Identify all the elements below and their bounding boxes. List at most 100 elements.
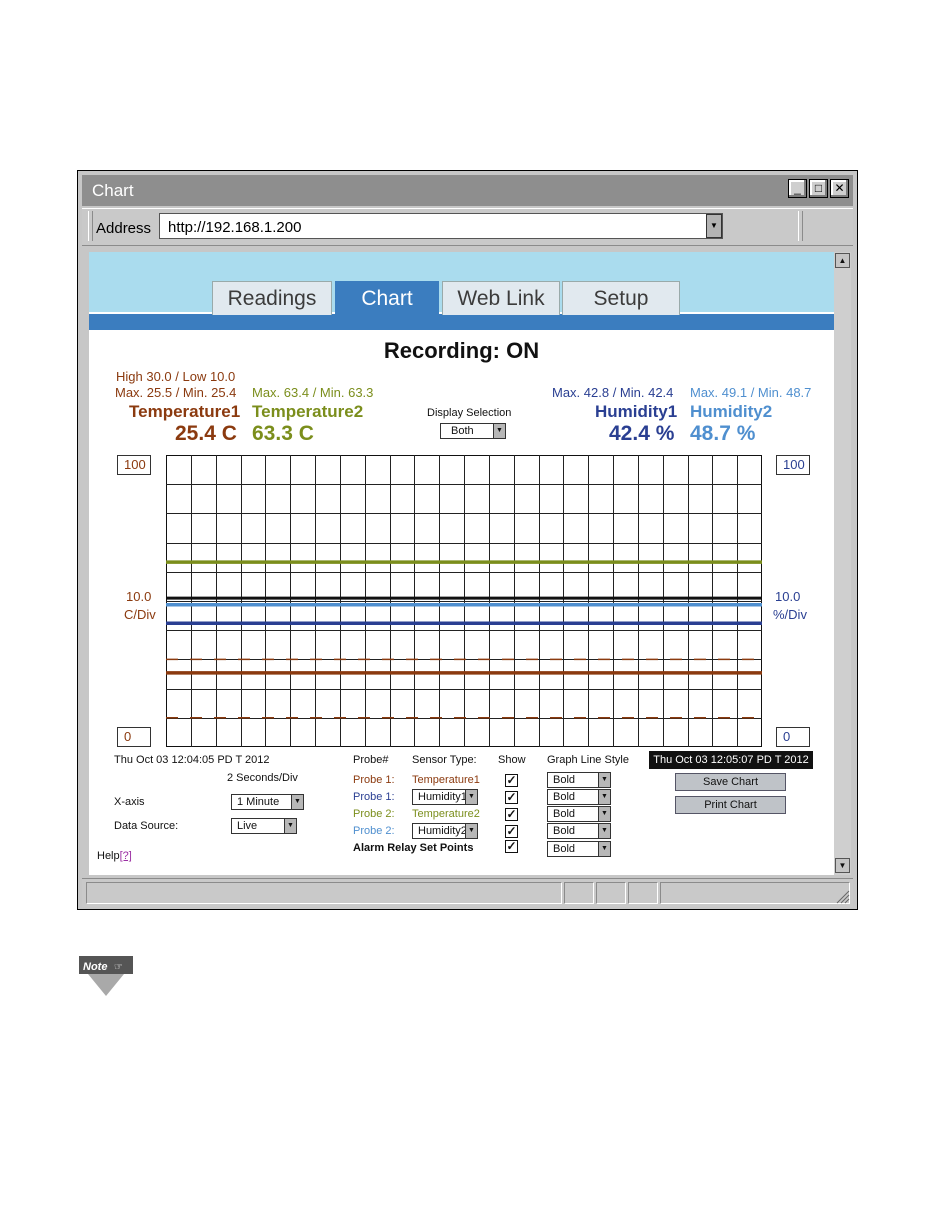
left-axis-max[interactable]: 100 (117, 455, 151, 475)
xaxis-label: X-axis (114, 796, 145, 808)
maximize-icon[interactable]: □ (809, 179, 828, 198)
chevron-down-icon: ▼ (291, 795, 303, 809)
address-input[interactable]: http://192.168.1.200 ▼ (159, 213, 723, 239)
row2-probe: Probe 1: (353, 791, 395, 803)
datasource-label: Data Source: (114, 820, 179, 832)
row3-style-select[interactable]: Bold ▼ (547, 806, 611, 822)
temp1-high-low: High 30.0 / Low 10.0 (116, 369, 236, 384)
temp1-name: Temperature1 (129, 402, 241, 421)
chart-start-time: Thu Oct 03 12:04:05 PD T 2012 (114, 754, 270, 766)
row1-style: Bold (553, 774, 576, 786)
row2-style-select[interactable]: Bold ▼ (547, 789, 611, 805)
tab-chart[interactable]: Chart (335, 281, 439, 316)
chevron-down-icon: ▼ (598, 790, 610, 804)
row2-show-checkbox[interactable]: ✓ (505, 791, 518, 804)
row2-sensor: Humidity1 (418, 791, 467, 803)
left-axis-min[interactable]: 0 (117, 727, 151, 747)
page-content: Readings Chart Web Link Setup Recording:… (89, 252, 834, 875)
temp1-value: 25.4 C (175, 422, 237, 445)
scroll-down-icon[interactable]: ▼ (835, 858, 850, 873)
chevron-down-icon: ▼ (598, 824, 610, 838)
row3-sensor: Temperature2 (412, 808, 480, 820)
row5-style-select[interactable]: Bold ▼ (547, 841, 611, 857)
row4-probe: Probe 2: (353, 825, 395, 837)
chart-plot (166, 455, 762, 747)
right-div-unit: %/Div (773, 607, 807, 622)
status-bar (82, 878, 853, 907)
window-title: Chart (92, 181, 134, 200)
row4-style: Bold (553, 825, 576, 837)
hum2-name: Humidity2 (690, 402, 773, 421)
row5-alarm-label: Alarm Relay Set Points (353, 842, 474, 854)
chevron-down-icon: ▼ (465, 824, 477, 838)
row3-show-checkbox[interactable]: ✓ (505, 808, 518, 821)
tab-readings[interactable]: Readings (212, 281, 332, 315)
right-axis-max[interactable]: 100 (776, 455, 810, 475)
chevron-down-icon: ▼ (284, 819, 296, 833)
scroll-up-icon[interactable]: ▲ (835, 253, 850, 268)
tab-web-link[interactable]: Web Link (442, 281, 560, 315)
display-selection-select[interactable]: Both ▼ (440, 423, 506, 439)
status-cell (86, 882, 562, 904)
row4-style-select[interactable]: Bold ▼ (547, 823, 611, 839)
address-bar: Address http://192.168.1.200 ▼ (82, 208, 853, 246)
help-link[interactable]: [?] (120, 850, 132, 862)
row5-style: Bold (553, 843, 576, 855)
temp2-value: 63.3 C (252, 422, 314, 445)
row2-style: Bold (553, 791, 576, 803)
address-value: http://192.168.1.200 (168, 219, 302, 236)
temp2-name: Temperature2 (252, 402, 364, 421)
header-probe: Probe# (353, 754, 389, 766)
chevron-down-icon: ▼ (465, 790, 477, 804)
note-icon: Note ☞ (79, 956, 133, 996)
address-dropdown-icon[interactable]: ▼ (706, 214, 722, 238)
vertical-scrollbar[interactable]: ▲ ▼ (834, 252, 851, 875)
time-per-div: 2 Seconds/Div (227, 772, 298, 784)
header-style: Graph Line Style (547, 754, 629, 766)
right-axis-min[interactable]: 0 (776, 727, 810, 747)
status-cell (660, 882, 850, 904)
temp1-max-min: Max. 25.5 / Min. 25.4 (115, 385, 237, 400)
title-bar: Chart _ □ ✕ (82, 175, 853, 206)
row4-sensor: Humidity2 (418, 825, 467, 837)
address-label: Address (96, 220, 152, 237)
chevron-down-icon: ▼ (598, 842, 610, 856)
row5-show-checkbox[interactable]: ✓ (505, 840, 518, 853)
save-chart-button[interactable]: Save Chart (675, 773, 786, 791)
note-label: Note (83, 961, 107, 973)
left-div-unit: C/Div (124, 607, 156, 622)
chart-end-time: Thu Oct 03 12:05:07 PD T 2012 (649, 751, 813, 769)
help-label: Help (97, 850, 120, 862)
row1-sensor: Temperature1 (412, 774, 480, 786)
right-div-value: 10.0 (775, 589, 801, 604)
header-strip (89, 314, 834, 330)
row1-show-checkbox[interactable]: ✓ (505, 774, 518, 787)
row1-style-select[interactable]: Bold ▼ (547, 772, 611, 788)
minimize-icon[interactable]: _ (788, 179, 807, 198)
chevron-down-icon: ▼ (598, 807, 610, 821)
resize-grip-icon[interactable] (834, 888, 850, 904)
help: Help[?] (97, 850, 132, 862)
toolbar-grip-icon (88, 211, 93, 241)
row2-sensor-select[interactable]: Humidity1 ▼ (412, 789, 478, 805)
xaxis-value: 1 Minute (237, 796, 280, 808)
row4-sensor-select[interactable]: Humidity2 ▼ (412, 823, 478, 839)
hum2-value: 48.7 % (690, 422, 756, 445)
datasource-select[interactable]: Live ▼ (231, 818, 297, 834)
datasource-value: Live (237, 820, 258, 832)
status-cell (564, 882, 594, 904)
display-selection-label: Display Selection (427, 407, 512, 419)
hum1-value: 42.4 % (609, 422, 675, 445)
hum1-max-min: Max. 42.8 / Min. 42.4 (552, 385, 674, 400)
chevron-down-icon: ▼ (493, 424, 505, 438)
header-sensor: Sensor Type: (412, 754, 477, 766)
status-cell (628, 882, 658, 904)
hum1-name: Humidity1 (595, 402, 678, 421)
tab-setup[interactable]: Setup (562, 281, 680, 315)
row4-show-checkbox[interactable]: ✓ (505, 825, 518, 838)
xaxis-select[interactable]: 1 Minute ▼ (231, 794, 304, 810)
svg-text:☞: ☞ (114, 962, 123, 973)
close-icon[interactable]: ✕ (830, 179, 849, 198)
print-chart-button[interactable]: Print Chart (675, 796, 786, 814)
display-selection-value: Both (451, 425, 474, 437)
